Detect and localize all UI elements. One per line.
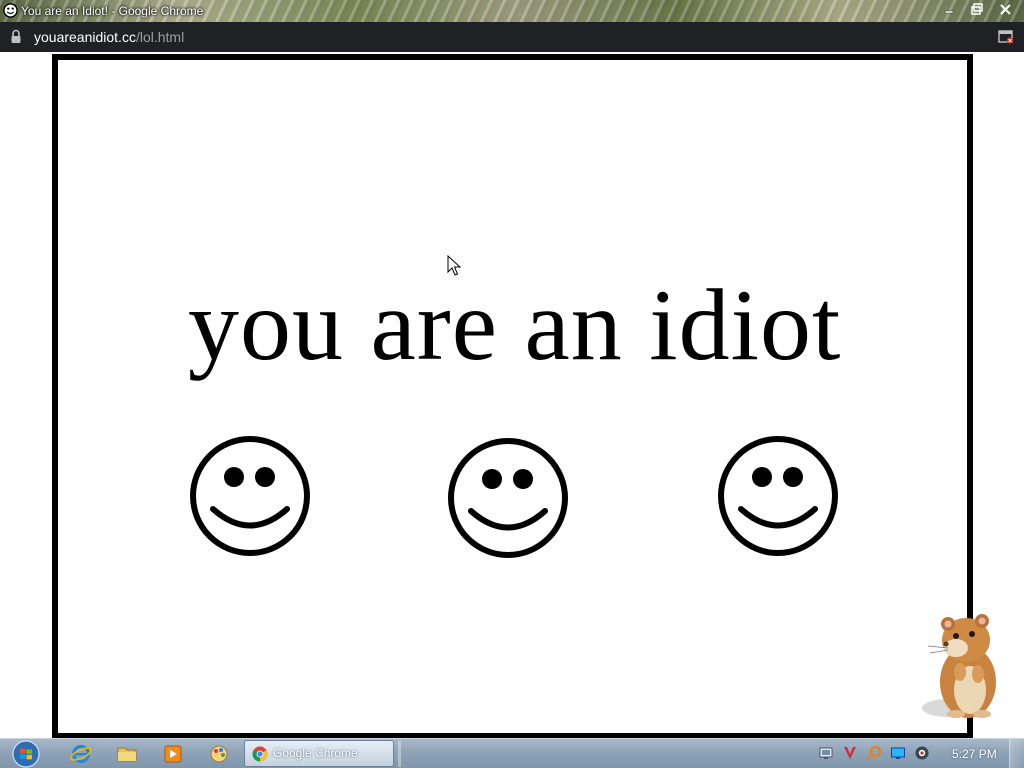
mouse-cursor-icon [447, 255, 461, 276]
window-title: You are an Idiot! - Google Chrome [21, 4, 204, 18]
taskbar-item-label: Google Chrome [273, 746, 358, 760]
smiley-face-icon [718, 436, 838, 556]
close-icon [999, 3, 1011, 15]
screen: You are an Idiot! - Google Chrome youare… [0, 0, 1024, 768]
window-titlebar[interactable]: You are an Idiot! - Google Chrome [0, 0, 1024, 22]
close-button[interactable] [992, 0, 1018, 18]
smiley-face-icon [190, 436, 310, 556]
antivirus-icon[interactable] [842, 745, 858, 761]
search-icon[interactable] [866, 745, 882, 761]
window-controls [936, 0, 1018, 20]
popup-blocked-icon[interactable] [998, 30, 1014, 44]
taskbar-item-google-chrome[interactable]: Google Chrome [244, 740, 394, 767]
chrome-icon [252, 746, 268, 762]
media-player-icon[interactable] [160, 742, 186, 766]
page-content [0, 52, 1024, 739]
internet-explorer-icon[interactable] [68, 742, 94, 766]
page-frame [52, 54, 973, 739]
taskbar: Google Chrome 5:27 PM [0, 738, 1024, 768]
windows-start-icon[interactable] [6, 740, 46, 768]
restore-button[interactable] [964, 0, 990, 18]
smiley-face-icon [448, 438, 568, 558]
url-path: /lol.html [135, 29, 185, 45]
taskbar-separator [398, 741, 401, 767]
hamster-icon [922, 614, 996, 718]
taskbar-clock[interactable]: 5:27 PM [952, 747, 997, 761]
show-desktop-button[interactable] [1009, 739, 1024, 768]
address-bar[interactable]: youareanidiot.cc/lol.html [0, 22, 1024, 52]
network-icon[interactable] [818, 745, 834, 761]
webcam-icon[interactable] [914, 745, 930, 761]
lock-icon[interactable] [10, 29, 22, 44]
paint-icon[interactable] [206, 742, 232, 766]
url-text[interactable]: youareanidiot.cc/lol.html [34, 29, 184, 45]
restore-icon [971, 3, 983, 15]
minimize-button[interactable] [936, 0, 962, 18]
monitor-icon[interactable] [890, 745, 906, 761]
page-headline: you are an idiot [188, 269, 842, 382]
folder-icon[interactable] [114, 742, 140, 766]
url-host: youareanidiot.cc [34, 29, 136, 45]
minimize-icon [944, 10, 954, 14]
smiley-icon [3, 3, 18, 18]
